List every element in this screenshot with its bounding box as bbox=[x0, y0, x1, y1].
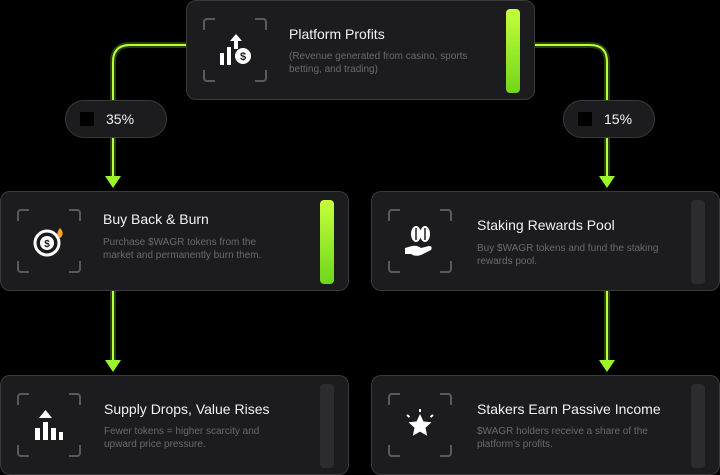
node-title: Stakers Earn Passive Income bbox=[477, 401, 661, 417]
node-title: Buy Back & Burn bbox=[103, 211, 209, 227]
svg-text:$: $ bbox=[240, 51, 246, 63]
node-description: $WAGR holders receive a share of the pla… bbox=[477, 426, 648, 450]
arrowhead-supply bbox=[105, 360, 121, 372]
staking-rewards-pool-card: Staking Rewards Pool Buy $WAGR tokens an… bbox=[371, 191, 720, 291]
node-title: Supply Drops, Value Rises bbox=[104, 401, 270, 417]
status-bar bbox=[691, 384, 705, 468]
supply-drops-card: Supply Drops, Value Rises Fewer tokens =… bbox=[0, 375, 349, 475]
highlight-bar bbox=[506, 9, 520, 93]
node-title: Platform Profits bbox=[289, 26, 385, 42]
node-title: Staking Rewards Pool bbox=[477, 217, 615, 233]
node-description: (Revenue generated from casino, sports b… bbox=[289, 51, 468, 75]
icon-frame: $ bbox=[203, 18, 267, 82]
status-bar bbox=[691, 200, 705, 284]
split-percent: 15% bbox=[604, 111, 633, 127]
platform-profits-card: $ Platform Profits (Revenue generated fr… bbox=[186, 0, 535, 100]
stakers-passive-income-card: Stakers Earn Passive Income $WAGR holder… bbox=[371, 375, 720, 475]
highlight-bar bbox=[320, 200, 334, 284]
icon-frame bbox=[388, 209, 452, 273]
split-badge-left: 35% bbox=[65, 100, 167, 138]
square-icon bbox=[80, 112, 94, 126]
arrowhead-burn bbox=[105, 176, 121, 188]
icon-frame bbox=[388, 393, 452, 457]
square-icon bbox=[578, 112, 592, 126]
node-description: Purchase $WAGR tokens from the market an… bbox=[103, 237, 262, 261]
star-badge-icon bbox=[406, 409, 434, 436]
bar-chart-up-icon bbox=[35, 410, 63, 440]
icon-frame: $ bbox=[17, 209, 81, 273]
split-percent: 35% bbox=[106, 111, 135, 127]
split-badge-right: 15% bbox=[563, 100, 655, 138]
growth-dollar-icon: $ bbox=[220, 34, 251, 65]
hand-coins-icon bbox=[405, 226, 432, 256]
arrowhead-passive bbox=[599, 360, 615, 372]
coin-flame-icon: $ bbox=[33, 228, 63, 257]
svg-text:$: $ bbox=[44, 239, 50, 250]
icon-frame bbox=[17, 393, 81, 457]
node-description: Buy $WAGR tokens and fund the staking re… bbox=[477, 243, 659, 267]
arrowhead-staking bbox=[599, 176, 615, 188]
buy-back-burn-card: $ Buy Back & Burn Purchase $WAGR tokens … bbox=[0, 191, 349, 291]
tokenomics-flow-diagram: $ Platform Profits (Revenue generated fr… bbox=[0, 0, 720, 475]
node-description: Fewer tokens = higher scarcity and upwar… bbox=[104, 426, 260, 450]
status-bar bbox=[320, 384, 334, 468]
